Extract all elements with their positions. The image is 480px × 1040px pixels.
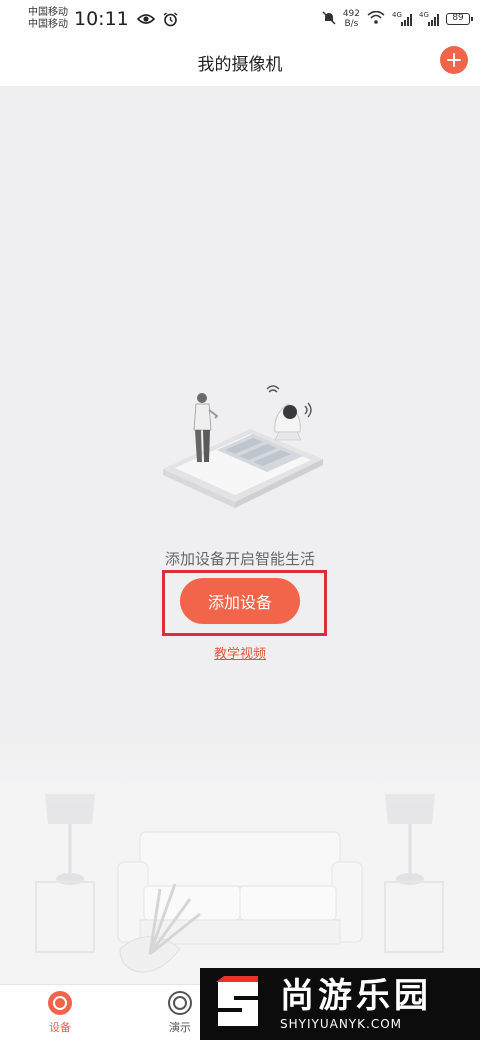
living-room-illustration bbox=[0, 714, 480, 984]
status-bar: 中国移动 中国移动 10:11 492 B/s 4G 4G 89 bbox=[0, 0, 480, 38]
app-header: 我的摄像机 bbox=[0, 38, 480, 86]
tutorial-video-link[interactable]: 教学视频 bbox=[0, 643, 480, 662]
net-speed-value: 492 bbox=[342, 9, 360, 19]
carrier-1: 中国移动 bbox=[28, 7, 68, 18]
demo-icon bbox=[168, 991, 192, 1015]
signal-icon-sim1: 4G bbox=[392, 10, 412, 26]
main-content: 添加设备开启智能生活 添加设备 教学视频 bbox=[0, 86, 480, 984]
carrier-info: 中国移动 中国移动 bbox=[28, 7, 68, 31]
watermark-cn: 尚游乐园 bbox=[280, 976, 432, 1016]
add-device-illustration bbox=[163, 385, 323, 508]
nav-item-label: 设备 bbox=[49, 1021, 71, 1034]
wifi-icon bbox=[367, 10, 385, 27]
sim2-type: 4G bbox=[419, 10, 429, 19]
status-icons: 492 B/s 4G 4G 89 bbox=[322, 9, 473, 29]
watermark-text: 尚游乐园 SHYIYUANYK.COM bbox=[280, 976, 432, 1032]
add-device-button[interactable]: 添加设备 bbox=[180, 578, 300, 624]
nav-item-device[interactable]: 设备 bbox=[30, 991, 90, 1035]
net-speed-unit: B/s bbox=[344, 19, 359, 29]
alarm-icon bbox=[163, 11, 178, 27]
signal-icon-sim2: 4G bbox=[419, 10, 439, 26]
watermark: 尚游乐园 SHYIYUANYK.COM bbox=[200, 968, 480, 1040]
watermark-en: SHYIYUANYK.COM bbox=[280, 1017, 402, 1031]
page-title: 我的摄像机 bbox=[197, 55, 283, 75]
nav-item-label: 演示 bbox=[169, 1021, 191, 1034]
camera-icon bbox=[48, 991, 72, 1015]
eye-icon bbox=[136, 13, 155, 25]
carrier-2: 中国移动 bbox=[28, 19, 68, 30]
net-speed: 492 B/s bbox=[343, 9, 360, 29]
empty-state-tip: 添加设备开启智能生活 bbox=[164, 550, 315, 568]
clock: 10:11 bbox=[74, 8, 129, 30]
plus-icon[interactable] bbox=[440, 46, 468, 74]
sim1-type: 4G bbox=[392, 10, 402, 19]
site-logo bbox=[216, 976, 258, 1026]
mute-bell-icon bbox=[322, 11, 336, 28]
battery-icon: 89 bbox=[446, 13, 473, 25]
